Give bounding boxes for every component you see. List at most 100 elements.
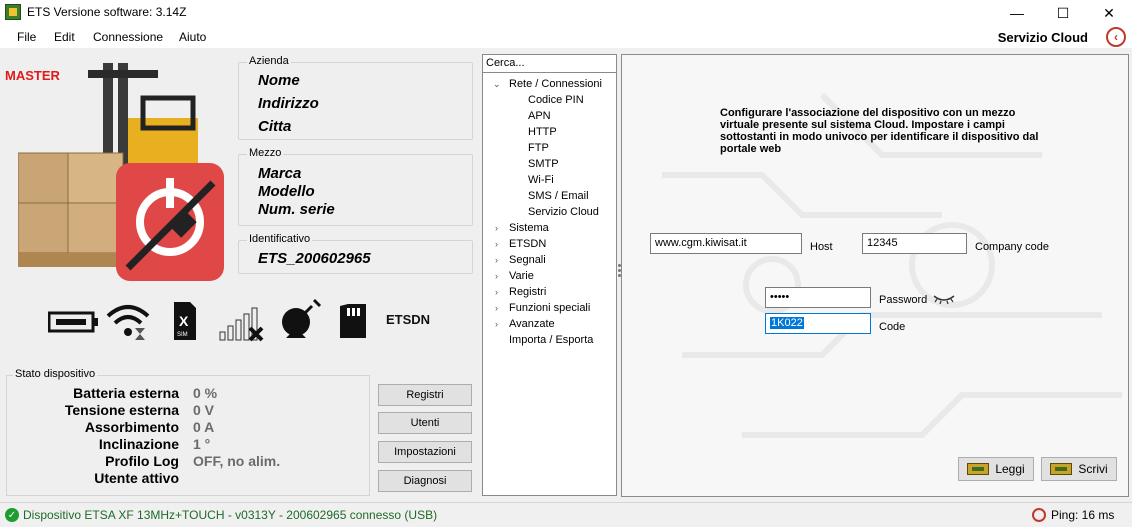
leggi-label: Leggi	[995, 462, 1025, 476]
chevron-right-icon[interactable]: ›	[495, 255, 498, 265]
stato-value: 0 V	[193, 402, 215, 418]
sim-missing-icon: X SIM	[174, 302, 196, 340]
tree-item-sms-email[interactable]: SMS / Email	[528, 190, 589, 202]
title-bar: ETS Versione software: 3.14Z — ☐ ✕	[0, 0, 1132, 26]
company-code-input[interactable]: 12345	[862, 233, 967, 254]
memory-chip-icon	[1050, 463, 1073, 475]
password-label: Password	[879, 294, 928, 306]
app-logo-icon	[5, 4, 21, 20]
status-bar: ✓ Dispositivo ETSA XF 13MHz+TOUCH - v031…	[0, 502, 1132, 527]
tree-item-apn[interactable]: APN	[528, 110, 551, 122]
chevron-right-icon[interactable]: ›	[495, 303, 498, 313]
servizio-cloud-panel: Configurare l'associazione del dispositi…	[621, 54, 1129, 497]
leggi-button[interactable]: Leggi	[958, 457, 1034, 481]
mezzo-modello: Modello	[258, 183, 315, 200]
azienda-label: Azienda	[247, 55, 291, 67]
sd-card-icon	[340, 304, 366, 338]
stato-label: Stato dispositivo	[13, 368, 98, 380]
tree-item-varie[interactable]: Varie	[509, 270, 534, 282]
azienda-group: Azienda Nome Indirizzo Citta	[238, 55, 473, 140]
tree-item-servizio-cloud[interactable]: Servizio Cloud	[528, 206, 599, 218]
identificativo-group: Identificativo ETS_200602965	[238, 233, 473, 274]
azienda-citta: Citta	[258, 118, 292, 135]
stato-value: 0 A	[193, 419, 215, 435]
tree-item-ftp[interactable]: FTP	[528, 142, 549, 154]
host-input[interactable]: www.cgm.kiwisat.it	[650, 233, 802, 254]
wifi-hourglass-icon	[106, 305, 150, 340]
impostazioni-button[interactable]: Impostazioni	[378, 441, 472, 463]
mezzo-group: Mezzo Marca Modello Num. serie	[238, 147, 473, 226]
eye-closed-icon[interactable]	[933, 294, 955, 304]
memory-chip-icon	[967, 463, 990, 475]
minimize-button[interactable]: —	[994, 0, 1040, 26]
tree-item-sistema[interactable]: Sistema	[509, 222, 549, 234]
mezzo-marca: Marca	[258, 165, 302, 182]
master-badge: MASTER	[5, 68, 60, 83]
menu-bar: File Edit Connessione Aiuto Servizio Clo…	[0, 26, 1132, 48]
svg-text:X: X	[179, 313, 189, 329]
tree-item-wifi[interactable]: Wi-Fi	[528, 174, 554, 186]
back-icon[interactable]: ‹	[1106, 27, 1126, 47]
stato-key: Tensione esterna	[64, 402, 179, 418]
code-input[interactable]: 1K022	[765, 313, 871, 334]
tree-item-importa-esporta[interactable]: Importa / Esporta	[509, 334, 593, 346]
page-title: Servizio Cloud	[997, 30, 1088, 45]
close-button[interactable]: ✕	[1086, 0, 1132, 26]
device-info-panel: MASTER Azienda Nome Indirizzo Citta Mezz…	[0, 48, 480, 500]
window-title: ETS Versione software: 3.14Z	[27, 5, 187, 19]
menu-aiuto[interactable]: Aiuto	[179, 30, 206, 44]
tree-item-segnali[interactable]: Segnali	[509, 254, 546, 266]
stato-key: Batteria esterna	[73, 385, 179, 401]
etsdn-icon: ETSDN	[386, 312, 431, 327]
tree-item-http[interactable]: HTTP	[528, 126, 557, 138]
svg-text:SIM: SIM	[177, 332, 188, 338]
scrivi-button[interactable]: Scrivi	[1041, 457, 1117, 481]
code-label: Code	[879, 321, 906, 333]
chevron-down-icon[interactable]: ⌄	[493, 79, 501, 90]
tree-item-avanzate[interactable]: Avanzate	[509, 318, 555, 330]
company-code-label: Company code	[975, 241, 1049, 253]
app-window: ETS Versione software: 3.14Z — ☐ ✕ File …	[0, 0, 1132, 527]
chevron-right-icon[interactable]: ›	[495, 287, 498, 297]
diagnosi-button[interactable]: Diagnosi	[378, 470, 472, 492]
maximize-button[interactable]: ☐	[1040, 0, 1086, 26]
stato-value: OFF, no alim.	[193, 453, 281, 469]
stato-value: 1 °	[193, 436, 211, 452]
code-selected-text: 1K022	[770, 317, 804, 329]
tree-item-codice-pin[interactable]: Codice PIN	[528, 94, 584, 106]
menu-file[interactable]: File	[17, 30, 36, 44]
chevron-right-icon[interactable]: ›	[495, 319, 498, 329]
chevron-right-icon[interactable]: ›	[495, 271, 498, 281]
connection-status-text: Dispositivo ETSA XF 13MHz+TOUCH - v0313Y…	[23, 508, 438, 522]
tree-item-registri[interactable]: Registri	[509, 286, 546, 298]
identificativo-value: ETS_200602965	[258, 250, 371, 267]
scrivi-label: Scrivi	[1078, 462, 1108, 476]
password-input[interactable]: •••••	[765, 287, 871, 308]
chevron-right-icon[interactable]: ›	[495, 223, 498, 233]
host-label: Host	[810, 241, 833, 253]
stato-row-profilo-log: Profilo Log OFF, no alim.	[7, 453, 367, 470]
check-circle-icon: ✓	[5, 508, 19, 522]
menu-edit[interactable]: Edit	[54, 30, 75, 44]
registri-button[interactable]: Registri	[378, 384, 472, 406]
ping-icon	[1032, 508, 1046, 522]
mezzo-num-serie: Num. serie	[258, 201, 335, 218]
signal-off-icon	[219, 307, 264, 342]
tree-item-rete-connessioni[interactable]: Rete / Connessioni	[509, 78, 602, 90]
chevron-right-icon[interactable]: ›	[495, 239, 498, 249]
stato-row-inclinazione: Inclinazione 1 °	[7, 436, 367, 453]
utenti-button[interactable]: Utenti	[378, 412, 472, 434]
stato-key: Assorbimento	[84, 419, 179, 435]
stato-key: Profilo Log	[105, 453, 179, 469]
tree-search-input[interactable]: Cerca...	[483, 55, 616, 73]
tree-item-funzioni-speciali[interactable]: Funzioni speciali	[509, 302, 590, 314]
stato-row-batteria: Batteria esterna 0 %	[7, 385, 367, 402]
tree-item-smtp[interactable]: SMTP	[528, 158, 559, 170]
battery-icon	[48, 311, 98, 333]
tree-item-etsdn[interactable]: ETSDN	[509, 238, 546, 250]
status-icons-row: X SIM ETSDN	[48, 298, 448, 348]
azienda-indirizzo: Indirizzo	[258, 95, 319, 112]
menu-connessione[interactable]: Connessione	[93, 30, 163, 44]
satellite-icon	[282, 298, 322, 338]
stato-dispositivo-group: Stato dispositivo Batteria esterna 0 % T…	[6, 368, 370, 496]
